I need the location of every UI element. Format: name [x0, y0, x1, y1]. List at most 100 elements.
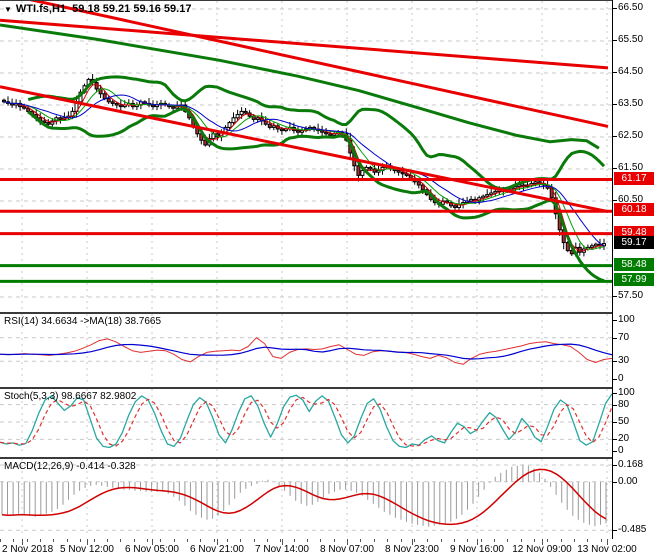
price-axis[interactable]: 66.50 65.50 64.50 63.50 62.50 61.50 60.50 57.50… — [612, 0, 660, 539]
axis-tick — [613, 379, 617, 380]
time-tick — [453, 539, 455, 542]
price-pane[interactable]: ▼ WTI.fs,H1 59.18 59.21 59.16 59.17 — [0, 0, 612, 313]
axis-tick — [613, 104, 617, 105]
time-tick — [534, 539, 535, 542]
time-tick — [507, 539, 509, 542]
rsi-label: RSI(14) 34.6634 ->MA(18) 38.7665 — [4, 316, 162, 327]
axis-tick — [613, 404, 617, 406]
chart-title: ▼ WTI.fs,H1 59.18 59.21 59.16 59.17 — [4, 3, 191, 15]
time-tick — [26, 539, 28, 542]
time-tick — [427, 539, 429, 542]
time-tick — [293, 539, 295, 542]
time-label: 6 Nov 05:00 — [125, 544, 179, 555]
axis-tick — [613, 439, 617, 441]
price-chart-canvas[interactable] — [0, 1, 612, 311]
time-label: 7 Nov 14:00 — [255, 544, 309, 555]
price-level-badge: 59.17 — [614, 235, 654, 249]
axis-tick — [613, 481, 617, 483]
time-label: 8 Nov 07:00 — [320, 544, 374, 555]
axis-tick — [613, 337, 617, 339]
price-level-badge: 61.17 — [614, 171, 654, 185]
indicator-tick-label: 70 — [618, 331, 630, 343]
time-tick — [66, 539, 68, 542]
price-tick-label: 57.50 — [618, 290, 644, 301]
indicator-tick-label: 0 — [618, 373, 624, 384]
axis-tick — [613, 451, 617, 452]
price-tick-label: 63.50 — [618, 98, 644, 109]
price-tick-label: 64.50 — [618, 66, 644, 77]
macd-pane[interactable]: MACD(12,26,9) -0.414 -0.328 — [0, 458, 612, 540]
time-tick — [226, 539, 228, 542]
time-tick — [360, 539, 362, 542]
time-tick — [186, 539, 188, 542]
time-label: 2 Nov 2018 — [2, 544, 54, 555]
time-tick — [387, 539, 389, 542]
axis-tick — [613, 8, 617, 9]
time-label: 9 Nov 16:00 — [450, 544, 504, 555]
time-axis[interactable]: 2 Nov 2018 5 Nov 12:00 6 Nov 05:00 6 Nov 21… — [0, 539, 660, 560]
indicator-tick-label: 30 — [618, 355, 630, 367]
time-label: 6 Nov 21:00 — [190, 544, 244, 555]
axis-tick — [613, 530, 617, 532]
axis-tick — [613, 320, 617, 321]
indicator-tick-label: 0.00 — [618, 475, 638, 487]
time-tick — [600, 539, 602, 542]
time-tick — [307, 539, 309, 542]
time-tick — [520, 539, 522, 542]
axis-tick — [613, 465, 617, 466]
time-tick — [53, 539, 55, 542]
time-tick — [413, 539, 415, 542]
axis-tick — [613, 361, 617, 363]
indicator-tick-label: 0 — [618, 445, 624, 456]
time-tick — [400, 539, 402, 542]
time-tick — [13, 539, 15, 542]
axis-tick — [613, 40, 617, 41]
time-label: 12 Nov 09:00 — [512, 544, 572, 555]
time-tick — [106, 539, 108, 542]
time-tick — [133, 539, 135, 542]
stochastic-pane[interactable]: Stoch(5,3,3) 98.6667 82.9802 — [0, 388, 612, 458]
time-tick — [560, 539, 562, 542]
price-level-badge: 57.99 — [614, 273, 654, 287]
time-tick — [267, 539, 268, 542]
axis-tick — [613, 296, 617, 297]
trading-chart-window: ▼ WTI.fs,H1 59.18 59.21 59.16 59.17 RSI(1… — [0, 0, 660, 560]
time-tick — [173, 539, 175, 542]
price-tick-label: 66.50 — [618, 2, 644, 13]
symbol-period-label: WTI.fs,H1 — [15, 3, 67, 15]
time-tick — [493, 539, 495, 542]
time-tick — [547, 539, 549, 542]
axis-tick — [613, 168, 617, 169]
time-tick — [146, 539, 148, 542]
time-tick — [160, 539, 162, 542]
indicator-tick-label: 100 — [618, 387, 635, 398]
axis-tick — [613, 200, 617, 201]
time-tick — [80, 539, 82, 542]
time-tick — [120, 539, 122, 542]
time-tick — [480, 539, 482, 542]
rsi-pane[interactable]: RSI(14) 34.6634 ->MA(18) 38.7665 — [0, 313, 612, 388]
time-tick — [40, 539, 41, 542]
time-tick — [574, 539, 575, 542]
indicator-tick-label: 50 — [618, 416, 630, 427]
indicator-tick-label: 80 — [618, 398, 630, 410]
time-label: 8 Nov 23:00 — [385, 544, 439, 555]
axis-tick — [613, 72, 617, 73]
price-tick-label: 62.50 — [618, 130, 644, 141]
chart-dropdown-icon[interactable]: ▼ — [4, 5, 12, 14]
time-tick — [0, 539, 1, 542]
price-level-badge: 60.18 — [614, 203, 654, 217]
indicator-tick-label: 0.168 — [618, 459, 644, 470]
time-label: 5 Nov 12:00 — [60, 544, 114, 555]
time-tick — [440, 539, 442, 542]
time-tick — [467, 539, 469, 542]
time-tick — [320, 539, 322, 542]
time-tick — [213, 539, 215, 542]
time-tick — [253, 539, 255, 542]
time-tick — [373, 539, 375, 542]
indicator-tick-label: 20 — [618, 433, 630, 445]
axis-tick — [613, 422, 617, 423]
indicator-tick-label: -0.485 — [618, 524, 647, 536]
stochastic-label: Stoch(5,3,3) 98.6667 82.9802 — [4, 391, 137, 402]
axis-tick — [613, 393, 617, 394]
